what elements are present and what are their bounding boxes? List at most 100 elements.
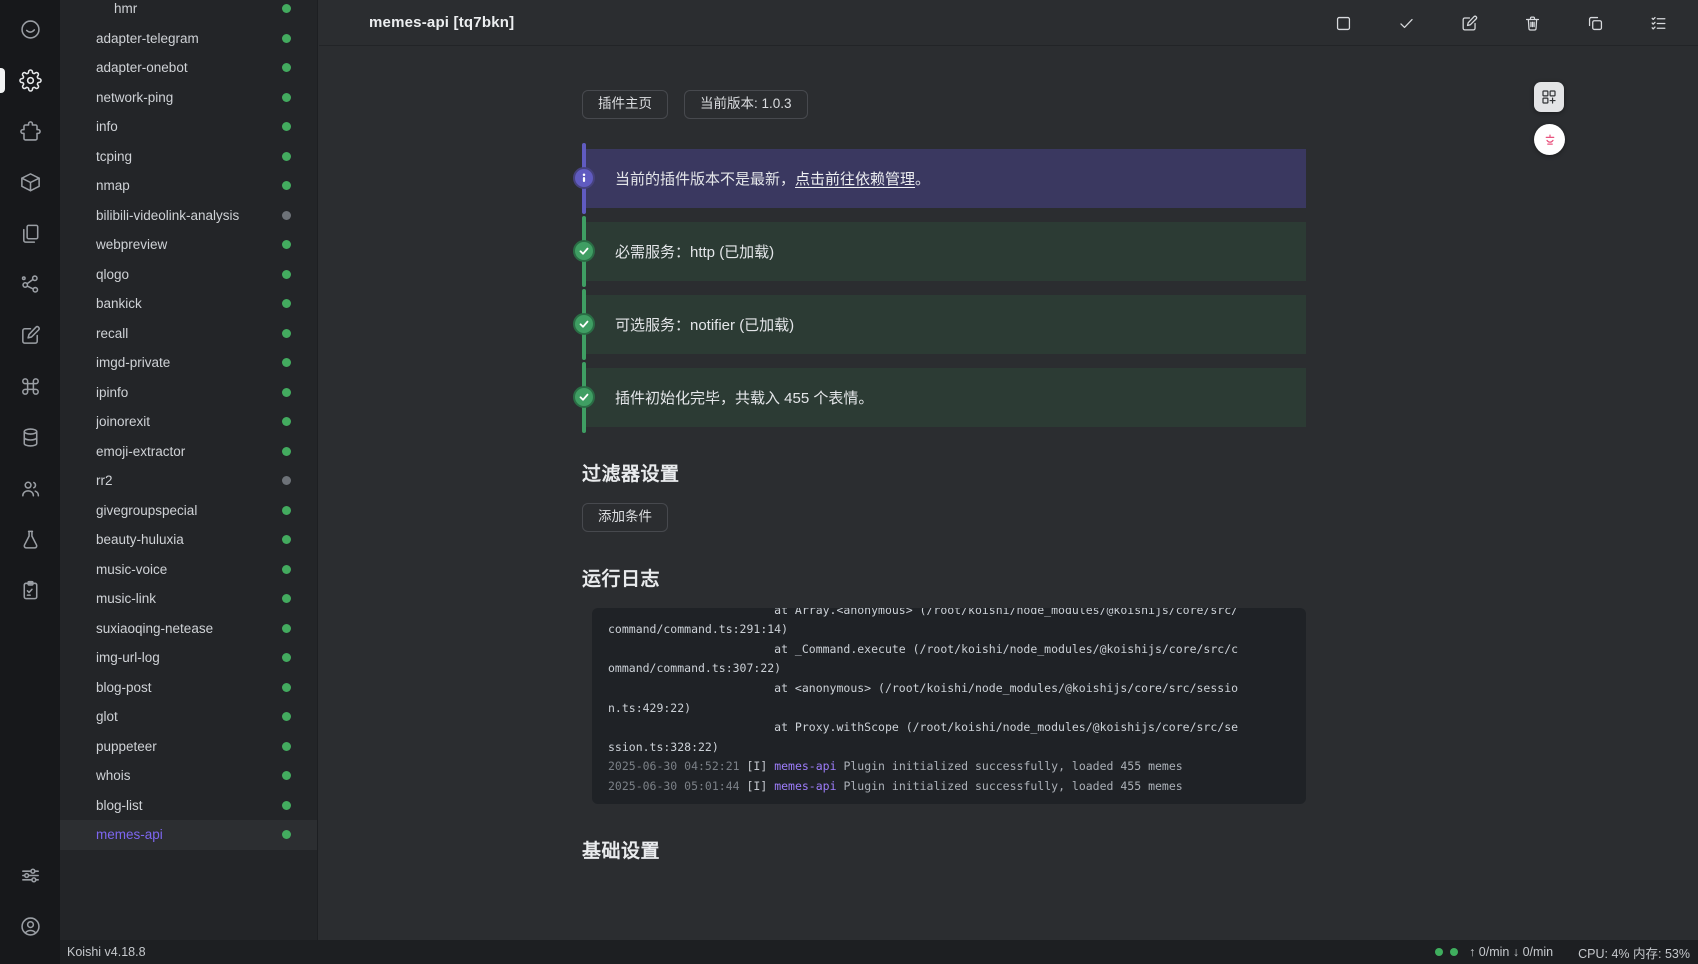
plugin-name: rr2	[96, 473, 282, 488]
plugin-name: recall	[96, 326, 282, 341]
layout-toggle-button[interactable]	[1534, 82, 1564, 112]
plugin-name: bilibili-videolink-analysis	[96, 208, 282, 223]
pages-icon[interactable]	[0, 208, 60, 259]
dependency-manager-link[interactable]: 点击前往依赖管理	[795, 171, 915, 188]
box-icon[interactable]	[0, 157, 60, 208]
plugin-list: hmr adapter-telegram adapter-onebot netw…	[60, 0, 317, 850]
plugin-status-dot	[282, 653, 291, 662]
plugin-list-item[interactable]: ipinfo	[60, 378, 317, 408]
plugin-name: music-voice	[96, 562, 282, 577]
plugin-list-item[interactable]: blog-post	[60, 673, 317, 703]
plugin-status-dot	[282, 152, 291, 161]
plugin-name: qlogo	[96, 267, 282, 282]
check-circle-icon	[573, 313, 595, 335]
koishi-logo-icon[interactable]	[0, 4, 60, 55]
plugin-list-item[interactable]: tcping	[60, 142, 317, 172]
log-console[interactable]: at Array.<anonymous> (/root/koishi/node_…	[592, 608, 1306, 804]
plugin-status-dot	[282, 801, 291, 810]
plugin-status-dot	[282, 506, 291, 515]
plugin-sidebar: hmr adapter-telegram adapter-onebot netw…	[60, 0, 318, 940]
required-service-alert: 必需服务：http (已加载)	[582, 222, 1306, 281]
plugin-name: tcping	[96, 149, 282, 164]
plugin-status-dot	[282, 830, 291, 839]
plugin-list-item[interactable]: network-ping	[60, 83, 317, 113]
plugin-status-dot	[282, 122, 291, 131]
users-icon[interactable]	[0, 463, 60, 514]
plugin-list-item[interactable]: whois	[60, 761, 317, 791]
plugin-list-item[interactable]: hmr	[60, 0, 317, 24]
plugin-list-item[interactable]: info	[60, 112, 317, 142]
upload-rate: ↑ 0/min	[1469, 945, 1509, 959]
plugin-name: bankick	[96, 296, 282, 311]
log-line: 2025-06-30 04:52:21 [I] memes-api Plugin…	[608, 757, 1290, 777]
plugin-list-item[interactable]: music-voice	[60, 555, 317, 585]
plugin-status-dot	[282, 535, 291, 544]
plugin-status-dot	[282, 417, 291, 426]
plugin-list-item[interactable]: puppeteer	[60, 732, 317, 762]
plugin-name: givegroupspecial	[96, 503, 282, 518]
plugin-list-item[interactable]: imgd-private	[60, 348, 317, 378]
bot-status-dot[interactable]	[1450, 948, 1458, 956]
plugin-name: adapter-telegram	[96, 31, 282, 46]
plugin-list-item[interactable]: recall	[60, 319, 317, 349]
plugin-list-item[interactable]: img-url-log	[60, 643, 317, 673]
log-line: ommand/command.ts:307:22)	[608, 659, 1290, 679]
rename-plugin-button[interactable]	[1451, 5, 1487, 41]
sliders-icon[interactable]	[0, 850, 60, 901]
plugin-list-item[interactable]: glot	[60, 702, 317, 732]
plugin-name: blog-post	[96, 680, 282, 695]
plugin-list-item[interactable]: beauty-huluxia	[60, 525, 317, 555]
graph-icon[interactable]	[0, 259, 60, 310]
plugin-list-item[interactable]: blog-list	[60, 791, 317, 821]
plugin-list-item[interactable]: qlogo	[60, 260, 317, 290]
bot-status-dot[interactable]	[1435, 948, 1443, 956]
plugin-name: emoji-extractor	[96, 444, 282, 459]
plugin-name: hmr	[114, 1, 282, 16]
plugin-list-item[interactable]: bankick	[60, 289, 317, 319]
info-icon	[573, 167, 595, 189]
log-line: at Array.<anonymous> (/root/koishi/node_…	[608, 608, 1290, 621]
stop-plugin-button[interactable]	[1325, 5, 1361, 41]
plugin-list-item[interactable]: adapter-onebot	[60, 53, 317, 83]
command-icon[interactable]	[0, 361, 60, 412]
puzzle-icon[interactable]	[0, 106, 60, 157]
gear-icon[interactable]	[0, 55, 60, 106]
manage-plugin-button[interactable]	[1640, 5, 1676, 41]
plugin-list-item[interactable]: bilibili-videolink-analysis	[60, 201, 317, 231]
add-condition-button[interactable]: 添加条件	[582, 503, 668, 532]
plugin-list-item[interactable]: adapter-telegram	[60, 24, 317, 54]
plugin-name: music-link	[96, 591, 282, 606]
plugin-list-item[interactable]: emoji-extractor	[60, 437, 317, 467]
system-stats: CPU: 4% 内存: 53%	[1578, 943, 1690, 962]
plugin-list-item[interactable]: givegroupspecial	[60, 496, 317, 526]
plugin-list-item[interactable]: webpreview	[60, 230, 317, 260]
floating-avatar[interactable]	[1534, 124, 1565, 155]
flask-icon[interactable]	[0, 514, 60, 565]
user-circle-icon[interactable]	[0, 901, 60, 952]
clone-plugin-button[interactable]	[1577, 5, 1613, 41]
plugin-home-button[interactable]: 插件主页	[582, 90, 668, 119]
plugin-status-dot	[282, 476, 291, 485]
save-config-button[interactable]	[1388, 5, 1424, 41]
edit-square-icon[interactable]	[0, 310, 60, 361]
alert-text-suffix: 。	[915, 171, 930, 188]
run-logs-title: 运行日志	[582, 564, 1306, 591]
plugin-name: ipinfo	[96, 385, 282, 400]
plugin-list-item[interactable]: suxiaoqing-netease	[60, 614, 317, 644]
main-header: memes-api [tq7bkn]	[319, 0, 1698, 46]
plugin-list-item[interactable]: nmap	[60, 171, 317, 201]
plugin-list-item[interactable]: joinorexit	[60, 407, 317, 437]
nav-rail	[0, 0, 60, 964]
check-circle-icon	[573, 386, 595, 408]
log-line: at <anonymous> (/root/koishi/node_module…	[608, 679, 1290, 699]
plugin-list-item[interactable]: memes-api	[60, 820, 317, 850]
clipboard-check-icon[interactable]	[0, 565, 60, 616]
memory-usage: 内存: 53%	[1633, 947, 1690, 961]
remove-plugin-button[interactable]	[1514, 5, 1550, 41]
plugin-version-button[interactable]: 当前版本: 1.0.3	[684, 90, 808, 119]
plugin-list-item[interactable]: rr2	[60, 466, 317, 496]
init-complete-alert: 插件初始化完毕，共载入 455 个表情。	[582, 368, 1306, 427]
plugin-name: img-url-log	[96, 650, 282, 665]
plugin-list-item[interactable]: music-link	[60, 584, 317, 614]
database-icon[interactable]	[0, 412, 60, 463]
